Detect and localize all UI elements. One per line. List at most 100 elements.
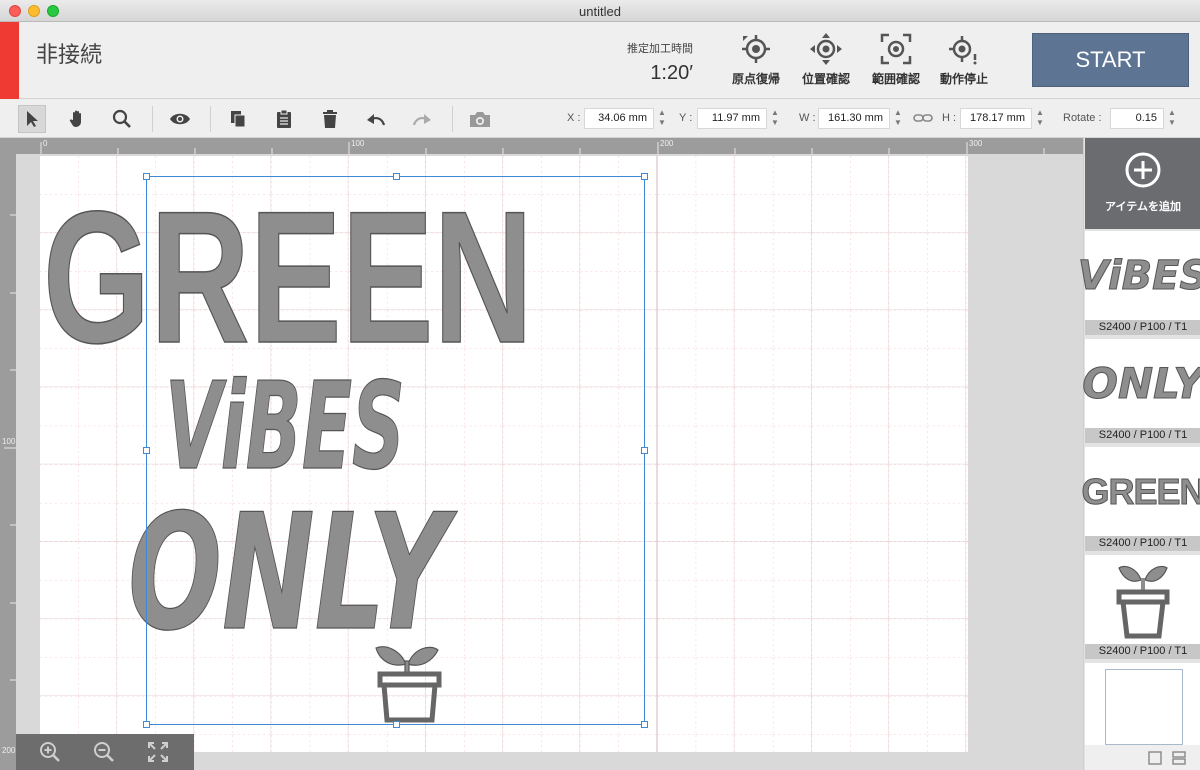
preview-eye-icon — [170, 113, 190, 125]
work-area[interactable]: GREEN ViBES ONLY — [40, 156, 968, 752]
add-item-button[interactable]: アイテムを追加 — [1085, 138, 1200, 229]
select-arrow-icon — [27, 111, 38, 127]
origin-return-icon — [742, 35, 770, 63]
item-caption: S2400 / P100 / T1 — [1085, 536, 1200, 551]
item-preview-text: ViBES — [1077, 252, 1200, 299]
zoom-in-icon — [40, 742, 60, 762]
x-label: X : — [567, 112, 581, 124]
estimated-time-label: 推定加工時間 — [627, 43, 693, 55]
stop-operation-icon — [949, 36, 977, 65]
single-view-icon[interactable] — [1148, 751, 1162, 765]
paste-button[interactable] — [270, 105, 298, 133]
range-check-button[interactable]: 範囲確認 — [864, 32, 928, 92]
item-preview-text: GREEN — [1081, 470, 1200, 512]
link-chain-icon — [913, 114, 933, 122]
item-caption: S2400 / P100 / T1 — [1085, 428, 1200, 443]
resize-handle[interactable] — [143, 721, 150, 728]
pan-tool[interactable] — [64, 105, 92, 133]
window-title: untitled — [579, 4, 621, 19]
item-preview: ViBES — [1077, 231, 1200, 320]
select-tool[interactable] — [18, 105, 46, 133]
item-preview: ONLY — [1082, 339, 1200, 428]
rotate-label: Rotate : — [1063, 112, 1102, 124]
redo-button[interactable] — [408, 105, 436, 133]
resize-handle[interactable] — [393, 173, 400, 180]
fit-screen-icon — [148, 742, 168, 762]
camera-button[interactable] — [466, 105, 494, 133]
blank-page-preview — [1105, 669, 1183, 745]
connection-status-indicator — [0, 22, 19, 99]
delete-trash-icon — [323, 110, 337, 128]
plant-pot-icon — [1116, 565, 1170, 638]
zoom-controls — [16, 734, 194, 770]
delete-button[interactable] — [316, 105, 344, 133]
selection-box[interactable] — [143, 173, 648, 728]
resize-handle[interactable] — [143, 447, 150, 454]
canvas-area[interactable]: 0 100 200 300 100 200 GREEN ViBES ONLY — [0, 138, 1083, 770]
range-check-icon — [880, 33, 912, 65]
fit-screen-button[interactable] — [144, 738, 172, 766]
h-label: H : — [942, 112, 957, 124]
zoom-out-button[interactable] — [90, 738, 118, 766]
start-button[interactable]: START — [1032, 33, 1189, 87]
zoom-tool[interactable] — [108, 105, 136, 133]
resize-handle[interactable] — [641, 173, 648, 180]
item-thumbnail[interactable]: ViBES S2400 / P100 / T1 — [1077, 231, 1200, 335]
range-check-label: 範囲確認 — [871, 72, 920, 86]
preview-button[interactable] — [166, 105, 194, 133]
item-preview-text: ONLY — [1082, 359, 1200, 409]
w-stepper[interactable]: ▲ ▼ — [893, 108, 903, 129]
aspect-lock-button[interactable] — [913, 111, 933, 130]
resize-handle[interactable] — [143, 173, 150, 180]
w-label: W : — [799, 112, 816, 124]
empty-item-slot[interactable] — [1085, 663, 1200, 745]
x-stepper[interactable]: ▲ ▼ — [657, 108, 667, 129]
position-check-icon — [810, 33, 842, 65]
y-stepper[interactable]: ▲ ▼ — [770, 108, 780, 129]
zoom-in-button[interactable] — [36, 738, 64, 766]
y-input[interactable]: 11.97 mm — [697, 108, 767, 129]
origin-return-label: 原点復帰 — [731, 72, 780, 86]
item-caption: S2400 / P100 / T1 — [1085, 320, 1200, 335]
rotate-stepper[interactable]: ▲ ▼ — [1167, 108, 1177, 129]
h-stepper[interactable]: ▲ ▼ — [1035, 108, 1045, 129]
stop-operation-label: 動作停止 — [939, 72, 988, 86]
ruler-label: 100 — [2, 437, 16, 446]
item-thumbnail[interactable]: S2400 / P100 / T1 — [1085, 555, 1200, 659]
ruler-label: 0 — [43, 139, 48, 148]
toolbar-divider — [452, 106, 453, 132]
stop-operation-button[interactable]: 動作停止 — [932, 32, 996, 92]
ruler-label: 200 — [660, 139, 674, 148]
resize-handle[interactable] — [393, 721, 400, 728]
copy-button[interactable] — [224, 105, 252, 133]
redo-icon — [412, 114, 431, 126]
undo-icon — [367, 114, 386, 126]
position-check-label: 位置確認 — [801, 72, 850, 86]
hand-pan-icon — [69, 110, 81, 128]
resize-handle[interactable] — [641, 447, 648, 454]
undo-button[interactable] — [362, 105, 390, 133]
add-circle-icon — [1125, 152, 1161, 188]
item-thumbnail[interactable]: ONLY S2400 / P100 / T1 — [1082, 339, 1200, 443]
ruler-label: 300 — [969, 139, 983, 148]
ruler-label: 100 — [351, 139, 365, 148]
app-window: untitled 非接続 推定加工時間 1:20′ 原点復帰 位置確認 範囲確認… — [0, 0, 1200, 770]
camera-icon — [470, 112, 490, 127]
position-check-button[interactable]: 位置確認 — [794, 32, 858, 92]
add-item-label: アイテムを追加 — [1105, 201, 1181, 213]
item-thumbnail[interactable]: GREEN S2400 / P100 / T1 — [1081, 447, 1200, 551]
header: 非接続 推定加工時間 1:20′ 原点復帰 位置確認 範囲確認 動作停止 STA… — [0, 22, 1200, 99]
h-input[interactable]: 178.17 mm — [960, 108, 1032, 129]
copy-icon — [231, 111, 246, 128]
y-label: Y : — [679, 112, 693, 124]
x-input[interactable]: 34.06 mm — [584, 108, 654, 129]
item-preview — [1085, 555, 1200, 644]
origin-return-button[interactable]: 原点復帰 — [724, 32, 788, 92]
zoom-out-icon — [94, 742, 114, 762]
split-view-icon[interactable] — [1172, 751, 1186, 765]
resize-handle[interactable] — [641, 721, 648, 728]
toolbar-divider — [152, 106, 153, 132]
w-input[interactable]: 161.30 mm — [818, 108, 890, 129]
rotate-input[interactable]: 0.15 — [1110, 108, 1164, 129]
view-toggle-bar — [1085, 745, 1200, 770]
